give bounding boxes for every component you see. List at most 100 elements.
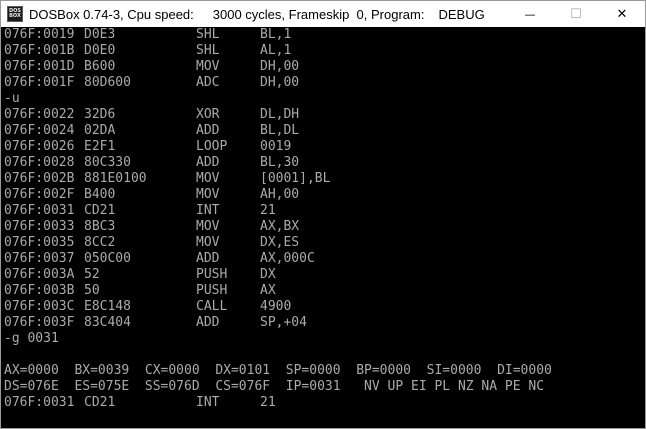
disasm-mnemonic: MOV (196, 235, 220, 250)
disasm-address: 076F:0031 (4, 395, 75, 410)
disasm-mnemonic: ADD (196, 315, 220, 330)
disasm-operands: BL,30 (260, 155, 300, 170)
disasm-address: 076F:0028 (4, 155, 75, 170)
disasm-hex: E8C148 (84, 299, 131, 314)
maximize-button[interactable]: ☐ (553, 1, 599, 27)
disasm-mnemonic: CALL (196, 299, 228, 314)
disasm-address: 076F:0019 (4, 27, 75, 42)
disasm-address: 076F:003B (4, 283, 75, 298)
disasm-line: 076F:003F 83C404 ADD SP,+04 (4, 315, 644, 331)
dosbox-window: DOS BOX DOSBox 0.74-3, Cpu speed: 3000 c… (0, 0, 646, 429)
disasm-line: 076F:0019 D0E3 SHL BL,1 (4, 27, 644, 43)
command-line-go: -g 0031 (4, 331, 59, 346)
disasm-mnemonic: PUSH (196, 283, 228, 298)
disasm-mnemonic: ADD (196, 123, 220, 138)
disasm-mnemonic: XOR (196, 107, 220, 122)
disasm-hex: 80C330 (84, 155, 131, 170)
disasm-operands: [0001],BL (260, 171, 331, 186)
disasm-mnemonic: INT (196, 395, 220, 410)
disasm-hex: B600 (84, 59, 116, 74)
disasm-line: 076F:001F 80D600 ADC DH,00 (4, 75, 644, 91)
disasm-hex: 02DA (84, 123, 116, 138)
window-title-cycles: 3000 cycles, Frameskip 0, Program: (212, 6, 425, 22)
disasm-line: 076F:002F B400 MOV AH,00 (4, 187, 644, 203)
disasm-line: 076F:001B D0E0 SHL AL,1 (4, 43, 644, 59)
disasm-operands: AX,BX (260, 219, 300, 234)
disasm-address: 076F:0022 (4, 107, 75, 122)
disasm-hex: 050C00 (84, 251, 131, 266)
disasm-line: 076F:0037 050C00 ADD AX,000C (4, 251, 644, 267)
disasm-operands: DX,ES (260, 235, 300, 250)
disasm-address: 076F:0035 (4, 235, 75, 250)
disasm-operands: BL,DL (260, 123, 300, 138)
disasm-operands: DH,00 (260, 59, 300, 74)
disasm-line: 076F:003B 50 PUSH AX (4, 283, 644, 299)
disasm-line: 076F:0022 32D6 XOR DL,DH (4, 107, 644, 123)
disasm-address: 076F:001D (4, 59, 75, 74)
window-title-program: DEBUG (438, 6, 485, 22)
disasm-line: 076F:003A 52 PUSH DX (4, 267, 644, 283)
disasm-mnemonic: MOV (196, 171, 220, 186)
disasm-hex: 50 (84, 283, 100, 298)
disasm-operands: AL,1 (260, 43, 292, 58)
disasm-line: 076F:001D B600 MOV DH,00 (4, 59, 644, 75)
disasm-operands: DL,DH (260, 107, 300, 122)
close-icon: ✕ (616, 6, 628, 22)
window-title-app: DOSBox 0.74-3, Cpu speed: (29, 6, 194, 22)
disasm-address: 076F:001F (4, 75, 75, 90)
minimize-button[interactable]: — (507, 1, 553, 27)
dosbox-app-icon[interactable]: DOS BOX (7, 6, 23, 22)
disasm-operands: AX (260, 283, 276, 298)
window-controls: — ☐ ✕ (507, 1, 645, 27)
disasm-line: 076F:0026 E2F1 LOOP 0019 (4, 139, 644, 155)
disasm-address: 076F:003C (4, 299, 75, 314)
close-button[interactable]: ✕ (599, 1, 645, 27)
disasm-operands: SP,+04 (260, 315, 307, 330)
disasm-hex: B400 (84, 187, 116, 202)
disasm-hex: CD21 (84, 395, 116, 410)
dos-console[interactable]: 076F:0019 D0E3 SHL BL,1 076F:001B D0E0 S… (4, 27, 644, 427)
disasm-line: 076F:0028 80C330 ADD BL,30 (4, 155, 644, 171)
disasm-mnemonic: ADC (196, 75, 220, 90)
title-bar[interactable]: DOS BOX DOSBox 0.74-3, Cpu speed: 3000 c… (1, 1, 645, 27)
disasm-operands: DX (260, 267, 276, 282)
disasm-line: 076F:003C E8C148 CALL 4900 (4, 299, 644, 315)
registers-line-2: DS=076E ES=075E SS=076D CS=076F IP=0031 … (4, 379, 545, 394)
disasm-operands: AX,000C (260, 251, 315, 266)
disasm-line: 076F:0031 CD21 INT 21 (4, 203, 644, 219)
disasm-address: 076F:002F (4, 187, 75, 202)
disasm-hex: 83C404 (84, 315, 131, 330)
disasm-mnemonic: ADD (196, 251, 220, 266)
disasm-hex: 52 (84, 267, 100, 282)
registers-line-1: AX=0000 BX=0039 CX=0000 DX=0101 SP=0000 … (4, 363, 552, 378)
disasm-hex: 8BC3 (84, 219, 116, 234)
disasm-mnemonic: SHL (196, 43, 220, 58)
disasm-hex: D0E0 (84, 43, 116, 58)
disasm-line: 076F:002B 881E0100 MOV [0001],BL (4, 171, 644, 187)
minimize-icon: — (524, 7, 536, 21)
disasm-hex: E2F1 (84, 139, 116, 154)
disasm-mnemonic: MOV (196, 187, 220, 202)
disasm-address: 076F:002B (4, 171, 75, 186)
disasm-hex: 8CC2 (84, 235, 116, 250)
disasm-mnemonic: INT (196, 203, 220, 218)
disasm-mnemonic: MOV (196, 219, 220, 234)
disasm-address: 076F:0033 (4, 219, 75, 234)
maximize-icon: ☐ (570, 6, 582, 22)
app-icon-text-bottom: BOX (9, 13, 21, 19)
disasm-line: 076F:0035 8CC2 MOV DX,ES (4, 235, 644, 251)
disasm-mnemonic: ADD (196, 155, 220, 170)
disasm-mnemonic: MOV (196, 59, 220, 74)
disasm-hex: 32D6 (84, 107, 116, 122)
disasm-address: 076F:0024 (4, 123, 75, 138)
disasm-hex: CD21 (84, 203, 116, 218)
prompt-line[interactable]: - (4, 411, 644, 427)
disasm-mnemonic: LOOP (196, 139, 228, 154)
disasm-address: 076F:0031 (4, 203, 75, 218)
disasm-hex: 80D600 (84, 75, 131, 90)
disasm-line: 076F:0033 8BC3 MOV AX,BX (4, 219, 644, 235)
disasm-mnemonic: SHL (196, 27, 220, 42)
disasm-address: 076F:0026 (4, 139, 75, 154)
disasm-mnemonic: PUSH (196, 267, 228, 282)
